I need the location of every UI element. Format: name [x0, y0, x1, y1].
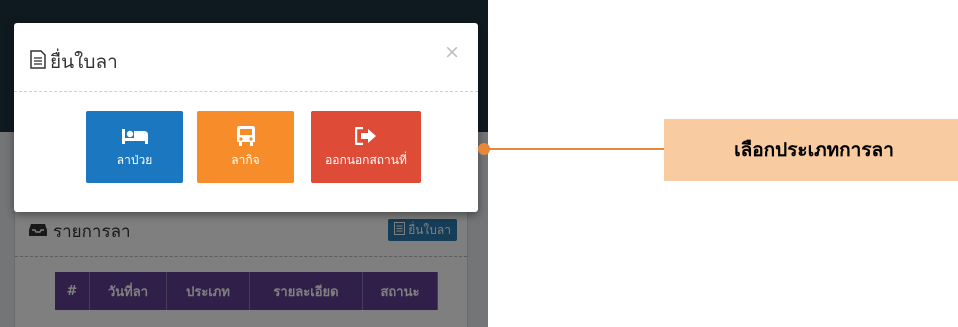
- modal-title-text: ยื่นใบลา: [50, 51, 118, 73]
- leave-request-modal: ยื่นใบลา × ลาป่วย ลากิจ ออกนอกสถานที่: [14, 23, 478, 212]
- sign-out-icon: [355, 125, 377, 147]
- off-site-label: ออกนอกสถานที่: [325, 152, 407, 167]
- document-icon: [30, 50, 46, 74]
- sick-leave-button[interactable]: ลาป่วย: [86, 111, 183, 183]
- personal-leave-button[interactable]: ลากิจ: [197, 111, 294, 183]
- close-icon[interactable]: ×: [444, 41, 460, 63]
- callout-connector-line: [485, 148, 665, 150]
- personal-leave-label: ลากิจ: [231, 152, 260, 167]
- off-site-button[interactable]: ออกนอกสถานที่: [311, 111, 421, 183]
- modal-divider: [14, 91, 478, 92]
- modal-title: ยื่นใบลา: [30, 47, 118, 77]
- sick-leave-label: ลาป่วย: [116, 152, 153, 167]
- bus-icon: [236, 125, 256, 147]
- callout-connector-dot: [478, 143, 490, 155]
- callout-box: เลือกประเภทการลา: [664, 119, 958, 181]
- bed-icon: [121, 125, 149, 147]
